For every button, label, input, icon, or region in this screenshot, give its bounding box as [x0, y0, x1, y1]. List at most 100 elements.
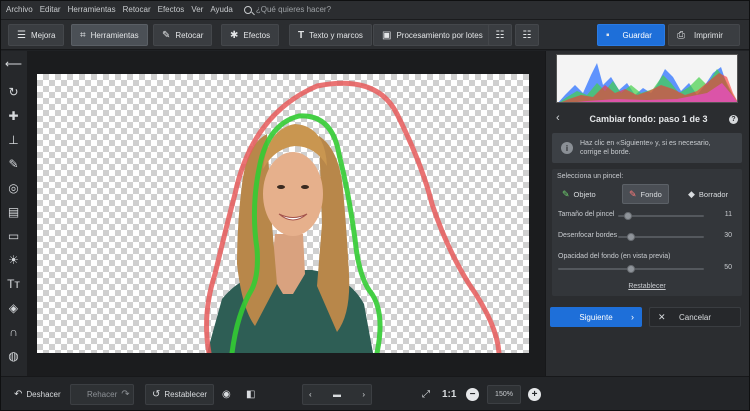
radial-icon[interactable]: ◎	[3, 177, 24, 198]
bottom-bar: ↶ Deshacer Rehacer ↷ ↺ Restablecer ◉ ◧ ‹…	[0, 376, 750, 411]
images-icon: ▣	[382, 29, 392, 41]
magnet-icon[interactable]: ∩	[3, 321, 24, 342]
tab-label: Herramientas	[90, 30, 139, 40]
vignette-icon[interactable]: ▭	[3, 225, 24, 246]
redo-icon: ↷	[121, 389, 130, 400]
file-navigator: ‹ ▬ ›	[302, 384, 372, 405]
next-file-icon[interactable]: ›	[362, 390, 365, 399]
batch-list-button[interactable]: ☷	[515, 24, 539, 46]
brush-icon: ✎	[162, 29, 171, 41]
reset-link[interactable]: Restablecer	[552, 283, 742, 290]
floppy-icon: ▪	[606, 29, 610, 41]
menu-editar[interactable]: Editar	[40, 5, 61, 14]
next-label: Siguiente	[579, 312, 613, 322]
tab-procesamiento-lotes[interactable]: ▣ Procesamiento por lotes	[373, 24, 492, 46]
prev-file-icon[interactable]: ‹	[309, 390, 312, 399]
next-button[interactable]: Siguiente ›	[550, 307, 642, 327]
tab-texto-marcos[interactable]: T Texto y marcos	[289, 24, 372, 46]
actual-size-button[interactable]: 1:1	[436, 384, 462, 405]
tab-label: Texto y marcos	[309, 30, 363, 40]
menu-herramientas[interactable]: Herramientas	[68, 5, 116, 14]
zoom-in-icon[interactable]: +	[528, 388, 541, 401]
zoom-level[interactable]: 150%	[487, 385, 521, 404]
slider-opacity-label: Opacidad del fondo (en vista previa)	[558, 253, 671, 260]
brush-borrador-label: Borrador	[698, 189, 729, 199]
brush-fondo[interactable]: ✎ Fondo	[622, 184, 669, 204]
tab-retocar[interactable]: ✎ Retocar	[153, 24, 213, 46]
menu-ayuda[interactable]: Ayuda	[210, 5, 233, 14]
back-arrow-icon[interactable]: ⟵	[3, 53, 24, 74]
info-text: Haz clic en «Siguiente» y, si es necesar…	[580, 139, 711, 157]
cancel-button[interactable]: ✕ Cancelar	[649, 307, 741, 327]
slider-blur-value: 30	[724, 232, 732, 239]
heal-icon[interactable]: ✚	[3, 105, 24, 126]
undo-button[interactable]: ↶ Deshacer	[4, 384, 67, 405]
brush-object-icon: ✎	[562, 188, 570, 199]
compare-icon: ◧	[246, 389, 256, 400]
list-settings-icon: ☷	[495, 29, 505, 41]
photo-preview	[204, 80, 502, 353]
help-button[interactable]: ?	[729, 115, 738, 124]
info-box: i Haz clic en «Siguiente» y, si es neces…	[552, 133, 742, 163]
photo-canvas[interactable]	[37, 74, 529, 353]
reset-button[interactable]: ↺ Restablecer	[145, 384, 215, 405]
gradient-icon[interactable]: ▤	[3, 201, 24, 222]
tab-efectos[interactable]: ✱ Efectos	[221, 24, 280, 46]
eye-icon: ◉	[222, 389, 231, 400]
slider-brush-size-knob[interactable]	[624, 212, 633, 220]
eraser-icon: ◆	[688, 188, 695, 199]
cancel-label: Cancelar	[678, 312, 711, 322]
print-label: Imprimir	[694, 30, 723, 40]
slider-brush-size-label: Tamaño del pincel	[558, 211, 615, 218]
tab-herramientas[interactable]: ⌗ Herramientas	[71, 24, 148, 46]
info-text-line2: corrige el borde.	[580, 149, 631, 156]
redo-label: Rehacer	[87, 390, 118, 399]
batch-settings-button[interactable]: ☷	[488, 24, 512, 46]
brush-objeto-label: Objeto	[573, 189, 596, 199]
subject-face	[263, 152, 323, 236]
folder-icon[interactable]: ▬	[333, 390, 341, 399]
tab-label: Mejora	[30, 30, 56, 40]
slider-opacity-knob[interactable]	[627, 265, 635, 273]
sun-icon[interactable]: ☀	[3, 249, 24, 270]
search-icon	[243, 5, 252, 14]
undo-label: Deshacer	[26, 390, 61, 399]
slider-blur-knob[interactable]	[626, 233, 635, 241]
print-button[interactable]: ⎙ Imprimir	[668, 24, 740, 46]
histogram	[556, 54, 738, 103]
sliders-icon: ☰	[17, 29, 26, 41]
menu-search[interactable]: ¿Qué quieres hacer?	[243, 5, 332, 14]
compare-toggle[interactable]: ◧	[236, 384, 265, 405]
redo-button[interactable]: Rehacer ↷	[70, 384, 134, 405]
tab-mejora[interactable]: ☰ Mejora	[8, 24, 65, 46]
brush-section: Selecciona un pincel: ✎ Objeto ✎ Fondo ◆…	[552, 169, 742, 296]
menu-retocar[interactable]: Retocar	[123, 5, 151, 14]
slider-brush-size-value: 11	[724, 211, 732, 218]
search-placeholder: ¿Qué quieres hacer?	[255, 5, 332, 14]
reset-icon: ↺	[152, 389, 161, 400]
save-button[interactable]: ▪ Guardar	[597, 24, 665, 46]
brush-tool-icon[interactable]: ✎	[3, 153, 24, 174]
stamp-icon[interactable]: ⊥	[3, 129, 24, 150]
info-text-line1: Haz clic en «Siguiente» y, si es necesar…	[580, 140, 711, 147]
tab-label: Procesamiento por lotes	[396, 30, 483, 40]
text-tool-icon[interactable]: Tт	[3, 273, 24, 294]
chevron-right-icon: ›	[631, 312, 634, 322]
menu-ver[interactable]: Ver	[191, 5, 203, 14]
zoom-out-icon[interactable]: −	[466, 388, 479, 401]
tab-label: Retocar	[175, 30, 204, 40]
text-icon: T	[298, 29, 305, 41]
menu-efectos[interactable]: Efectos	[158, 5, 185, 14]
subject-eye-right	[301, 185, 309, 189]
slider-opacity-value: 50	[724, 264, 732, 271]
rotate-icon[interactable]: ↻	[3, 81, 24, 102]
printer-icon: ⎙	[677, 29, 685, 41]
shield-icon[interactable]: ◍	[3, 345, 24, 366]
menu-archivo[interactable]: Archivo	[6, 5, 33, 14]
save-label: Guardar	[622, 30, 652, 40]
fill-icon[interactable]: ◈	[3, 297, 24, 318]
brush-borrador[interactable]: ◆ Borrador	[682, 184, 734, 204]
brush-objeto[interactable]: ✎ Objeto	[556, 184, 602, 204]
toolbar: ☰ Mejora ⌗ Herramientas ✎ Retocar ✱ Efec…	[0, 20, 750, 50]
tool-sidebar: ⟵ ↻ ✚ ⊥ ✎ ◎ ▤ ▭ ☀ Tт ◈ ∩ ◍	[0, 51, 27, 376]
